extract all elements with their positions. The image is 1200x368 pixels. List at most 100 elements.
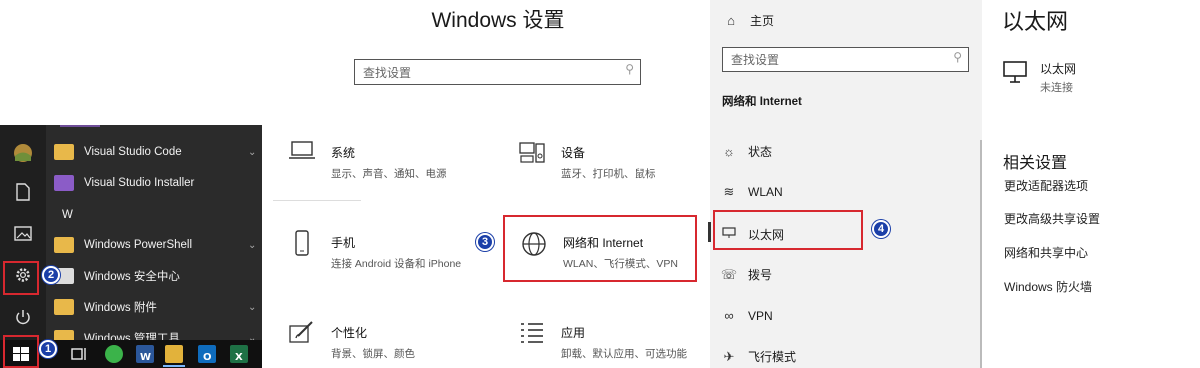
nav-item-label: WLAN [748, 185, 783, 199]
tile-devices[interactable]: 设备 蓝牙、打印机、鼠标 [515, 140, 705, 181]
personalization-icon [285, 320, 319, 354]
highlight-network [503, 215, 697, 282]
user-avatar-icon[interactable] [11, 143, 35, 167]
word-icon[interactable]: W [136, 345, 154, 363]
connection-name: 以太网 [1040, 62, 1077, 76]
home-icon: ⌂ [727, 13, 735, 28]
network-adapter-icon [1002, 60, 1034, 95]
start-rail [0, 125, 46, 368]
tile-personalization[interactable]: 个性化 背景、锁屏、颜色 [285, 320, 475, 361]
tile-title: 系统 [331, 146, 356, 160]
selected-indicator [708, 222, 711, 242]
tile-apps[interactable]: 应用 卸载、默认应用、可选功能 [515, 320, 705, 361]
laptop-icon [285, 140, 319, 174]
divider [273, 200, 361, 201]
wifi-icon: ≋ [723, 184, 735, 199]
nav-home-label: 主页 [750, 14, 775, 28]
file-explorer-icon[interactable] [165, 345, 183, 363]
link-windows-firewall[interactable]: Windows 防火墙 [1004, 278, 1092, 295]
group-letter: W [62, 209, 73, 221]
highlight-settings [3, 261, 39, 295]
scrollbar[interactable] [980, 140, 982, 368]
tile-title: 手机 [331, 236, 356, 250]
nav-item-airplane[interactable]: ✈ 飞行模式 [720, 348, 796, 365]
app-label: Windows 附件 [84, 302, 157, 314]
tile-title: 设备 [561, 146, 586, 160]
tile-phone[interactable]: 手机 连接 Android 设备和 iPhone [285, 230, 485, 271]
app-label: Windows 安全中心 [84, 271, 180, 283]
tile-desc: 背景、锁屏、颜色 [331, 348, 415, 360]
nav-home[interactable]: ⌂ 主页 [722, 12, 774, 29]
folder-icon [54, 299, 74, 315]
link-advanced-sharing[interactable]: 更改高级共享设置 [1004, 210, 1100, 227]
visual-studio-icon [54, 175, 74, 191]
partial-app-icon [60, 125, 100, 127]
connection-status: 未连接 [1040, 82, 1073, 94]
search-placeholder: 查找设置 [731, 53, 780, 67]
nav-item-wlan[interactable]: ≋ WLAN [720, 184, 783, 200]
excel-icon[interactable]: X [230, 345, 248, 363]
outlook-icon[interactable]: O [198, 345, 216, 363]
tile-title: 应用 [561, 326, 586, 340]
ethernet-connection[interactable]: 以太网 未连接 [1002, 60, 1076, 95]
devices-icon [515, 140, 549, 174]
tile-desc: 连接 Android 设备和 iPhone [331, 258, 462, 270]
search-icon: ⚲ [625, 62, 634, 76]
folder-icon [54, 144, 74, 160]
step-badge: 3 [476, 233, 494, 251]
phone-icon [285, 230, 319, 264]
related-settings-heading: 相关设置 [1003, 155, 1068, 172]
chevron-down-icon[interactable]: ⌄ [248, 147, 256, 158]
step-badge: 2 [42, 266, 60, 284]
ethernet-page-title: 以太网 [1002, 9, 1069, 34]
app-label: Visual Studio Code [84, 146, 182, 158]
nav-search-input[interactable]: 查找设置 ⚲ [722, 47, 969, 72]
nav-item-label: VPN [748, 308, 773, 323]
nav-item-status[interactable]: ☼ 状态 [720, 143, 772, 160]
pictures-icon[interactable] [11, 225, 35, 249]
nav-item-label: 状态 [748, 145, 773, 159]
tile-system[interactable]: 系统 显示、声音、通知、电源 [285, 140, 475, 181]
start-app-item[interactable]: Windows 附件 [54, 294, 157, 320]
airplane-icon: ✈ [723, 348, 735, 364]
document-icon[interactable] [11, 183, 35, 207]
page-title: Windows 设置 [431, 9, 565, 32]
vpn-icon: ∞ [724, 308, 734, 323]
app-label: Visual Studio Installer [84, 177, 195, 189]
letter-group-header[interactable]: W [62, 202, 73, 228]
task-view-icon[interactable] [70, 345, 88, 363]
nav-section-title: 网络和 Internet [722, 96, 802, 108]
search-input[interactable]: 查找设置 ⚲ [354, 59, 641, 85]
highlight-start [3, 335, 39, 368]
tile-desc: 卸载、默认应用、可选功能 [561, 348, 687, 360]
power-icon[interactable] [11, 308, 35, 332]
tile-title: 个性化 [331, 326, 368, 340]
step-badge: 1 [39, 340, 57, 358]
search-placeholder: 查找设置 [363, 65, 412, 80]
app-label: Windows PowerShell [84, 239, 193, 251]
chevron-down-icon[interactable]: ⌄ [248, 302, 256, 313]
status-globe-icon: ☼ [723, 144, 735, 159]
search-icon: ⚲ [953, 50, 962, 64]
start-app-item[interactable]: Visual Studio Code [54, 139, 182, 165]
link-network-sharing-center[interactable]: 网络和共享中心 [1004, 244, 1088, 261]
tile-desc: 显示、声音、通知、电源 [331, 168, 447, 180]
wechat-icon[interactable] [105, 345, 123, 363]
start-app-item[interactable]: Windows 安全中心 [54, 263, 180, 289]
dialup-icon: ☏ [720, 266, 738, 282]
folder-icon [54, 237, 74, 253]
highlight-ethernet [713, 210, 863, 250]
link-change-adapter-options[interactable]: 更改适配器选项 [1004, 177, 1088, 194]
tile-desc: 蓝牙、打印机、鼠标 [561, 168, 656, 180]
active-indicator [163, 365, 185, 367]
step-badge: 4 [872, 220, 890, 238]
nav-item-label: 拨号 [748, 268, 773, 282]
nav-item-vpn[interactable]: ∞ VPN [720, 308, 773, 323]
chevron-down-icon[interactable]: ⌄ [248, 240, 256, 251]
start-app-item[interactable]: Visual Studio Installer [54, 170, 194, 196]
nav-item-label: 飞行模式 [748, 350, 797, 364]
apps-list-icon [515, 320, 549, 354]
start-app-item[interactable]: Windows PowerShell [54, 232, 192, 258]
nav-item-dialup[interactable]: ☏ 拨号 [720, 266, 772, 283]
start-menu: Visual Studio Code ⌄ Visual Studio Insta… [0, 125, 262, 368]
